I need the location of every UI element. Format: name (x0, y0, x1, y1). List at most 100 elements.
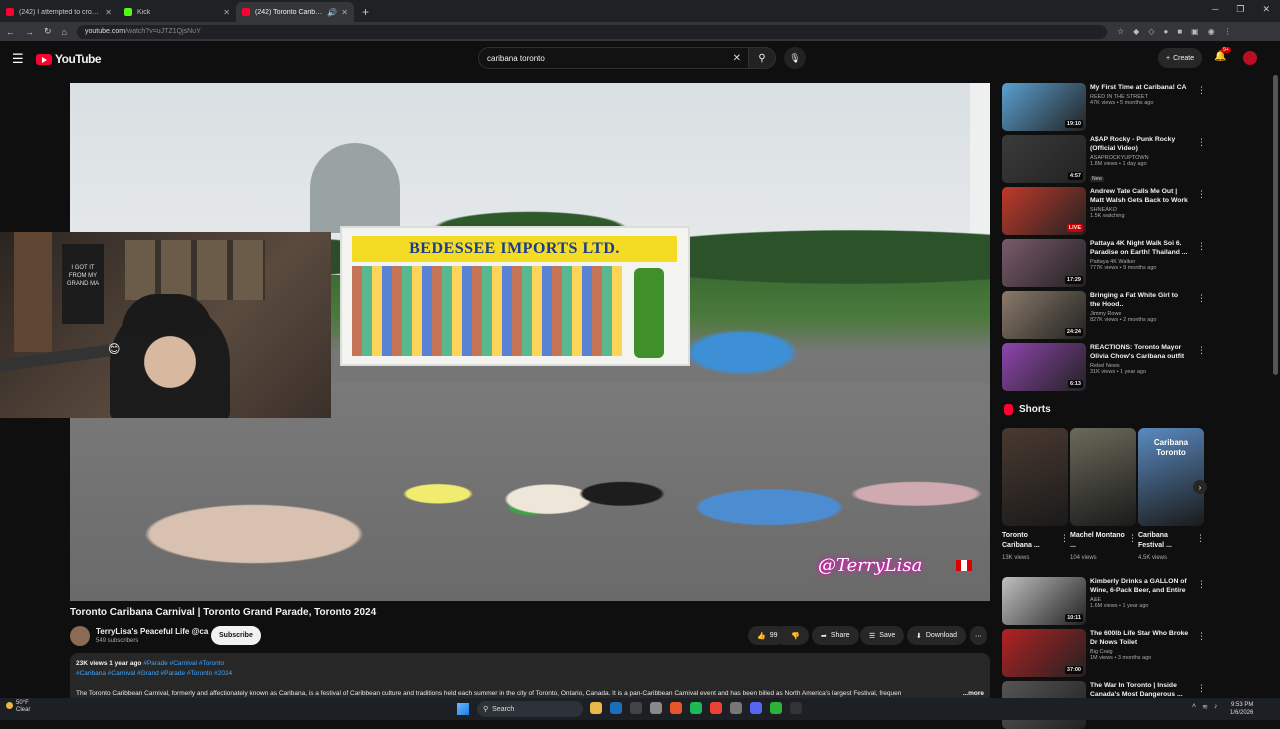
more-options-icon[interactable]: ⋮ (1128, 533, 1137, 544)
close-tab-icon[interactable]: ✕ (341, 8, 348, 17)
recommendation-item[interactable]: 10:11 Kimberly Drinks a GALLON of Wine, … (1002, 577, 1207, 625)
description-box[interactable]: 23K views 1 year ago #Parade #Carnival #… (70, 653, 990, 703)
app-icon[interactable] (730, 702, 742, 714)
close-tab-icon[interactable]: ✕ (223, 8, 230, 17)
short-thumbnail[interactable]: Caribana Toronto (1138, 428, 1204, 526)
taskbar-search[interactable]: ⚲ Search (477, 701, 583, 717)
recommendation-title[interactable]: Andrew Tate Calls Me Out | Matt Walsh Ge… (1090, 187, 1190, 205)
more-options-icon[interactable]: ⋮ (1197, 631, 1206, 642)
url-field[interactable]: youtube.com/watch?v=uJTZ1QjsNuY (76, 24, 1107, 39)
video-thumbnail[interactable]: 4:57 (1002, 135, 1086, 183)
app-icon[interactable] (770, 702, 782, 714)
extension-icon[interactable]: ■ (1177, 27, 1182, 36)
save-button[interactable]: ☰ Save (860, 626, 905, 645)
share-button[interactable]: ➦ Share (812, 626, 859, 645)
windows-start-icon[interactable] (457, 703, 469, 715)
steam-icon[interactable] (610, 702, 622, 714)
spotify-icon[interactable] (690, 702, 702, 714)
more-actions-button[interactable]: ⋯ (970, 626, 987, 645)
recommendation-item[interactable]: 37:00 The 600lb Life Star Who Broke Dr N… (1002, 629, 1207, 677)
more-options-icon[interactable]: ⋮ (1197, 579, 1206, 590)
reload-icon[interactable]: ↻ (44, 26, 52, 37)
speaker-icon[interactable]: 🔊 (327, 8, 337, 17)
minimize-icon[interactable]: ─ (1212, 4, 1218, 15)
video-thumbnail[interactable]: 37:00 (1002, 629, 1086, 677)
recommendation-item[interactable]: LIVE Andrew Tate Calls Me Out | Matt Wal… (1002, 187, 1207, 235)
chevron-up-icon[interactable]: ˄ (1192, 703, 1196, 711)
notifications-button[interactable]: 🔔 9+ (1214, 47, 1231, 62)
recommendation-item[interactable]: 17:29 Pattaya 4K Night Walk Soi 6. Parad… (1002, 239, 1207, 287)
puzzle-icon[interactable]: ▣ (1191, 27, 1199, 36)
video-thumbnail[interactable]: 6:13 (1002, 343, 1086, 391)
close-tab-icon[interactable]: ✕ (105, 8, 112, 17)
terminal-icon[interactable] (790, 702, 802, 714)
short-thumbnail[interactable] (1070, 428, 1136, 526)
chrome-icon[interactable] (710, 702, 722, 714)
maximize-icon[interactable]: ❐ (1236, 4, 1244, 15)
recommendation-item[interactable]: 24:24 Bringing a Fat White Girl to the H… (1002, 291, 1207, 339)
dislike-button[interactable]: 👎 (782, 626, 809, 645)
profile-icon[interactable]: ◉ (1208, 27, 1215, 36)
brave-icon[interactable] (670, 702, 682, 714)
recommendation-title[interactable]: My First Time at Caribana! CA (1090, 83, 1190, 92)
bookmark-star-icon[interactable]: ☆ (1117, 27, 1124, 36)
settings-icon[interactable] (650, 702, 662, 714)
new-tab-icon[interactable]: + (354, 2, 377, 22)
video-thumbnail[interactable]: 17:29 (1002, 239, 1086, 287)
back-icon[interactable]: ← (6, 27, 15, 37)
short-title[interactable]: Caribana Festival ... (1138, 531, 1194, 551)
close-window-icon[interactable]: ✕ (1262, 4, 1270, 15)
more-options-icon[interactable]: ⋮ (1197, 189, 1206, 200)
download-button[interactable]: ⬇ Download (907, 626, 967, 645)
shorts-next-button[interactable]: › (1193, 480, 1207, 494)
system-clock[interactable]: 9:53 PM 1/6/2026 (1230, 701, 1253, 717)
weather-widget[interactable]: 50°F Clear (6, 700, 30, 714)
more-options-icon[interactable]: ⋮ (1197, 683, 1206, 694)
recommendation-title[interactable]: Kimberly Drinks a GALLON of Wine, 6-Pack… (1090, 577, 1190, 595)
like-button[interactable]: 👍 99 (748, 626, 787, 645)
more-options-icon[interactable]: ⋮ (1197, 85, 1206, 96)
short-title[interactable]: Machel Montano ... (1070, 531, 1126, 551)
more-options-icon[interactable]: ⋮ (1197, 241, 1206, 252)
page-scrollbar[interactable] (1273, 75, 1278, 375)
recommendation-title[interactable]: Pattaya 4K Night Walk Soi 6. Paradise on… (1090, 239, 1190, 257)
browser-tab-2[interactable]: (242) Toronto Caribana Ca 🔊 ✕ (236, 2, 354, 22)
hashtags-inline[interactable]: #Parade #Carnival #Toronto (143, 660, 224, 667)
short-title[interactable]: Toronto Caribana ... (1002, 531, 1058, 551)
app-icon[interactable] (630, 702, 642, 714)
more-options-icon[interactable]: ⋮ (1197, 137, 1206, 148)
recommendation-item[interactable]: 6:13 REACTIONS: Toronto Mayor Olivia Cho… (1002, 343, 1207, 391)
discord-icon[interactable] (750, 702, 762, 714)
short-thumbnail[interactable] (1002, 428, 1068, 526)
extension-icon[interactable]: ◆ (1133, 27, 1139, 36)
recommendation-title[interactable]: The 600lb Life Star Who Broke Dr Nows To… (1090, 629, 1190, 647)
video-thumbnail[interactable]: 10:11 (1002, 577, 1086, 625)
create-button[interactable]: + Create (1158, 48, 1203, 68)
channel-avatar[interactable] (70, 626, 90, 646)
search-input[interactable]: caribana toronto ✕ (478, 47, 750, 69)
recommendation-title[interactable]: The War In Toronto | Inside Canada's Mos… (1090, 681, 1190, 699)
forward-icon[interactable]: → (25, 27, 34, 37)
file-explorer-icon[interactable] (590, 702, 602, 714)
channel-name[interactable]: TerryLisa's Peaceful Life @ca (96, 627, 208, 636)
more-options-icon[interactable]: ⋮ (1060, 533, 1069, 544)
home-icon[interactable]: ⌂ (62, 27, 67, 37)
video-thumbnail[interactable]: 19:10 (1002, 83, 1086, 131)
wifi-icon[interactable]: ≋ (1202, 703, 1208, 711)
clear-search-icon[interactable]: ✕ (733, 53, 741, 64)
recommendation-title[interactable]: REACTIONS: Toronto Mayor Olivia Chow's C… (1090, 343, 1190, 361)
more-options-icon[interactable]: ⋮ (1197, 293, 1206, 304)
recommendation-title[interactable]: A$AP Rocky - Punk Rocky (Official Video) (1090, 135, 1190, 153)
browser-tab-0[interactable]: (242) I attempted to cross Engl ✕ (0, 2, 118, 22)
extension-icon[interactable]: ● (1163, 27, 1168, 36)
voice-search-button[interactable]: 🎙 (784, 47, 806, 69)
hamburger-menu-icon[interactable]: ☰ (12, 51, 24, 67)
browser-tab-1[interactable]: Kick ✕ (118, 2, 236, 22)
more-options-icon[interactable]: ⋮ (1196, 533, 1205, 544)
subscribe-button[interactable]: Subscribe (211, 626, 261, 645)
recommendation-item[interactable]: 19:10 My First Time at Caribana! CA REED… (1002, 83, 1207, 131)
recommendation-title[interactable]: Bringing a Fat White Girl to the Hood.. (1090, 291, 1190, 309)
more-options-icon[interactable]: ⋮ (1197, 345, 1206, 356)
recommendation-item[interactable]: 4:57 A$AP Rocky - Punk Rocky (Official V… (1002, 135, 1207, 183)
search-button[interactable]: ⚲ (748, 47, 776, 69)
